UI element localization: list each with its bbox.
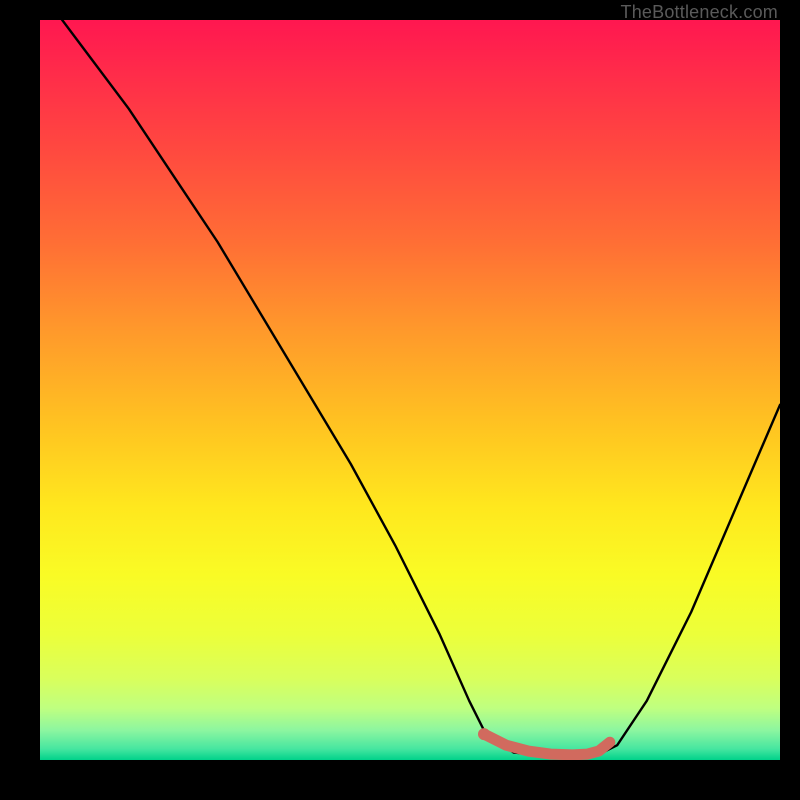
bottleneck-curve — [40, 20, 780, 756]
optimal-range-highlight — [484, 734, 610, 755]
optimal-marker-dot — [478, 728, 490, 740]
chart-frame — [40, 20, 780, 760]
attribution-text: TheBottleneck.com — [621, 2, 778, 23]
chart-svg — [40, 20, 780, 760]
